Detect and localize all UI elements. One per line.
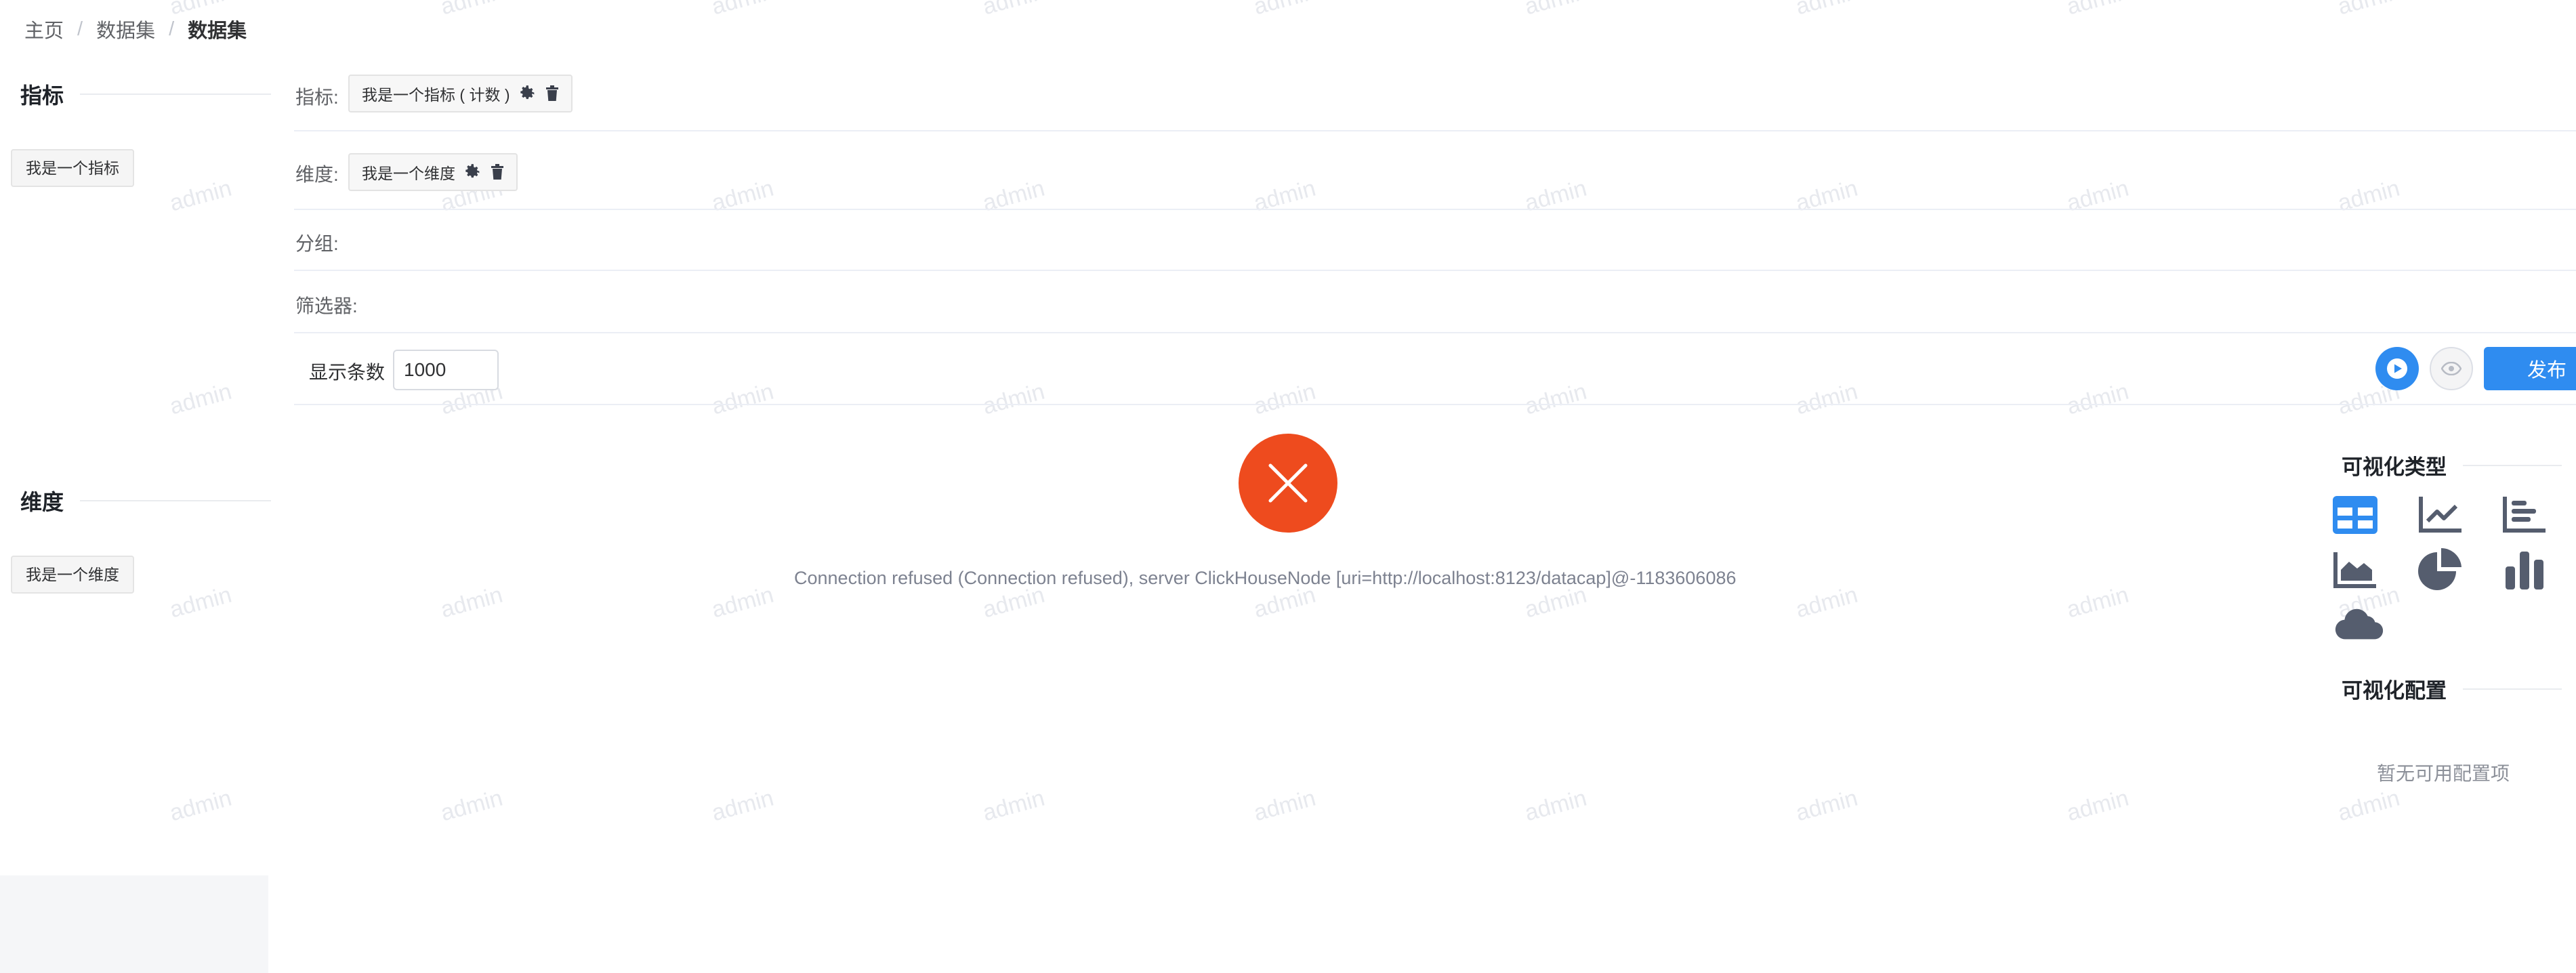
error-message: Connection refused (Connection refused),… [794,568,1737,588]
limit-label: 显示条数 [309,362,386,383]
visualization-type-title: 可视化类型 [2342,450,2562,480]
watermark-text: admin [438,785,505,827]
breadcrumb-separator: / [77,18,83,40]
gear-icon[interactable] [520,85,536,102]
watermark-text: admin [2064,785,2132,827]
watermark-text: admin [1251,785,1318,827]
divider [2463,688,2562,690]
divider [294,209,2576,210]
watermark-text: admin [438,581,505,623]
breadcrumb-separator: / [169,18,175,40]
watermark-text: admin [1522,0,1590,20]
watermark-text: admin [1793,785,1861,827]
breadcrumb-home[interactable]: 主页 [24,15,64,43]
visualization-type-title-text: 可视化类型 [2342,455,2447,479]
group-label: 分组: [295,233,339,254]
watermark-text: admin [2335,0,2403,20]
trash-icon[interactable] [545,85,559,102]
metrics-section-title: 指标 [20,79,272,110]
line-chart-icon[interactable] [2416,491,2465,539]
watermark-text: admin [1251,378,1318,420]
watermark-text: admin [1522,175,1590,217]
watermark-text: admin [709,378,776,420]
trash-icon[interactable] [491,164,504,180]
watermark-text: admin [980,0,1048,20]
run-query-button[interactable] [2375,347,2419,390]
visualization-config-title: 可视化配置 [2342,674,2562,704]
bar-chart-icon[interactable] [2500,546,2549,595]
watermark-text: admin [1793,0,1861,20]
metrics-label: 指标: [295,87,339,108]
area-chart-icon[interactable] [2331,546,2380,595]
watermark-text: admin [167,175,234,217]
bar-horizontal-icon[interactable] [2500,491,2549,539]
breadcrumb-current: 数据集 [188,20,247,42]
divider [294,130,2576,131]
dimension-chip[interactable]: 我是一个维度 [348,153,518,191]
divider [294,332,2576,333]
divider [80,500,272,501]
watermark-text: admin [1522,378,1590,420]
divider [294,404,2576,405]
watermark-text: admin [2064,581,2132,623]
pie-chart-icon[interactable] [2416,546,2465,595]
watermark-text: admin [709,0,777,20]
watermark-text: admin [438,0,506,20]
watermark-text: admin [1793,175,1861,217]
gear-icon[interactable] [465,164,481,180]
watermark-text: admin [2064,175,2132,217]
table-icon[interactable] [2331,491,2380,539]
play-circle-icon [2387,358,2407,379]
word-cloud-icon[interactable] [2335,599,2384,648]
visualization-config-title-text: 可视化配置 [2342,679,2447,703]
dimension-chip-label: 我是一个维度 [362,165,455,182]
watermark-text: admin [2064,378,2132,420]
watermark-text: admin [2064,0,2132,20]
metrics-title-text: 指标 [20,83,64,108]
watermark-text: admin [1522,785,1590,827]
watermark-text: admin [1251,175,1318,217]
watermark-text: admin [980,785,1047,827]
divider [2463,464,2562,466]
dimensions-title-text: 维度 [20,490,64,514]
watermark-text: admin [980,175,1047,217]
preview-button[interactable] [2430,347,2473,390]
watermark-text: admin [1251,0,1319,20]
sidebar-footer-area [0,875,268,973]
filter-label: 筛选器: [295,295,358,316]
dimensions-section-title: 维度 [20,485,272,516]
watermark-text: admin [2335,785,2403,827]
watermark-text: admin [167,581,234,623]
breadcrumb: 主页 / 数据集 / 数据集 [24,15,247,43]
watermark-text: admin [709,785,776,827]
empty-config-text: 暂无可用配置项 [2377,763,2510,784]
divider [80,94,272,95]
sidebar-metric-item[interactable]: 我是一个指标 [11,149,134,187]
breadcrumb-datasets[interactable]: 数据集 [96,15,155,43]
watermark-text: admin [709,581,776,623]
divider [294,270,2576,271]
watermark-text: admin [167,378,234,420]
watermark-text: admin [2335,175,2403,217]
sidebar-dimension-item[interactable]: 我是一个维度 [11,556,134,594]
metric-chip[interactable]: 我是一个指标 ( 计数 ) [348,75,573,112]
watermark-text: admin [709,175,776,217]
eye-icon [2441,362,2461,375]
watermark-text: admin [1793,581,1861,623]
publish-button[interactable]: 发布 [2484,347,2576,390]
watermark-text: admin [167,785,234,827]
metric-chip-label: 我是一个指标 ( 计数 ) [362,86,510,104]
dimensions-label: 维度: [295,164,339,185]
limit-input[interactable] [393,350,499,390]
watermark-text: admin [1793,378,1861,420]
error-icon [1239,434,1337,533]
watermark-text: admin [980,378,1047,420]
